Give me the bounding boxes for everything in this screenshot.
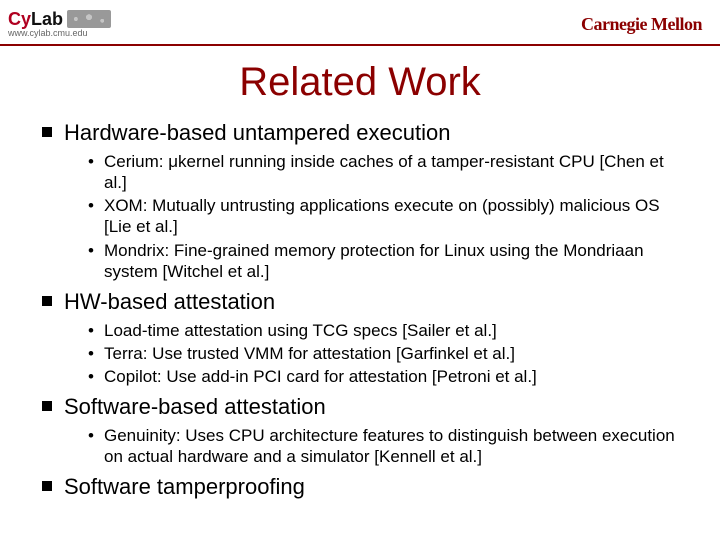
section-sw-attestation: Software-based attestation Genuinity: Us…	[42, 393, 690, 467]
list-item: Copilot: Use add-in PCI card for attesta…	[88, 366, 690, 387]
square-bullet-icon	[42, 481, 52, 491]
section-heading: Software-based attestation	[42, 393, 690, 421]
section-heading: Software tamperproofing	[42, 473, 690, 501]
section-hw-attestation: HW-based attestation Load-time attestati…	[42, 288, 690, 387]
carnegie-mellon-logo: Carnegie Mellon	[581, 14, 702, 35]
list-item: Mondrix: Fine-grained memory protection …	[88, 240, 690, 283]
slide-content: Hardware-based untampered execution Ceri…	[0, 119, 720, 501]
section-heading: HW-based attestation	[42, 288, 690, 316]
cylab-brand: CyLab	[8, 10, 111, 28]
section-heading-text: Software tamperproofing	[64, 473, 305, 501]
section-items: Genuinity: Uses CPU architecture feature…	[42, 425, 690, 468]
square-bullet-icon	[42, 127, 52, 137]
logo-part-lab: Lab	[31, 9, 63, 29]
section-heading: Hardware-based untampered execution	[42, 119, 690, 147]
list-item: Cerium: μkernel running inside caches of…	[88, 151, 690, 194]
square-bullet-icon	[42, 401, 52, 411]
list-item: Genuinity: Uses CPU architecture feature…	[88, 425, 690, 468]
section-heading-text: HW-based attestation	[64, 288, 275, 316]
slide-header: CyLab www.cylab.cmu.edu Carnegie Mellon	[0, 0, 720, 46]
list-item: XOM: Mutually untrusting applications ex…	[88, 195, 690, 238]
cylab-logo: CyLab www.cylab.cmu.edu	[8, 10, 111, 38]
list-item: Load-time attestation using TCG specs [S…	[88, 320, 690, 341]
slide: CyLab www.cylab.cmu.edu Carnegie Mellon …	[0, 0, 720, 540]
globe-icon	[67, 10, 111, 28]
cylab-url: www.cylab.cmu.edu	[8, 29, 111, 38]
section-hw-untampered: Hardware-based untampered execution Ceri…	[42, 119, 690, 282]
section-sw-tamperproofing: Software tamperproofing	[42, 473, 690, 501]
section-items: Cerium: μkernel running inside caches of…	[42, 151, 690, 283]
square-bullet-icon	[42, 296, 52, 306]
section-heading-text: Hardware-based untampered execution	[64, 119, 450, 147]
list-item: Terra: Use trusted VMM for attestation […	[88, 343, 690, 364]
section-items: Load-time attestation using TCG specs [S…	[42, 320, 690, 388]
section-heading-text: Software-based attestation	[64, 393, 326, 421]
logo-part-cy: Cy	[8, 9, 31, 29]
slide-title: Related Work	[0, 60, 720, 105]
